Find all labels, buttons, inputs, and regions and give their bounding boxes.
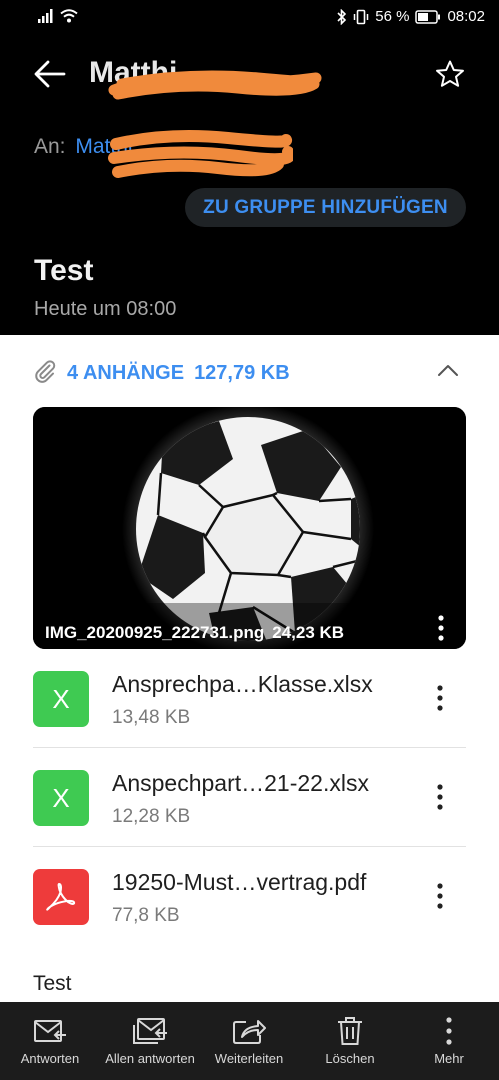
more-button[interactable]: Mehr (414, 1002, 484, 1080)
action-bar: Antworten Allen antworten Weiterleiten L… (0, 1002, 499, 1080)
attachments-header[interactable]: 4 ANHÄNGE 127,79 KB (0, 335, 499, 405)
star-icon (436, 60, 464, 87)
reply-all-label: Allen antworten (105, 1051, 195, 1066)
attachments-summary: 4 ANHÄNGE 127,79 KB (67, 362, 290, 385)
pdf-file-icon (33, 869, 89, 925)
paperclip-icon (35, 360, 56, 383)
image-file-name: IMG_20200925_222731.png (45, 623, 265, 642)
attachment-row[interactable]: X Anspechpart…21-22.xlsx 12,28 KB (33, 748, 466, 847)
forward-label: Weiterleiten (214, 1051, 284, 1066)
to-label: An: (34, 135, 66, 158)
collapse-attachments-button[interactable] (430, 355, 466, 385)
excel-file-icon: X (33, 770, 89, 826)
message-body: Test (33, 972, 72, 995)
excel-file-icon: X (33, 671, 89, 727)
trash-icon (338, 1017, 362, 1045)
clock: 08:02 (447, 8, 485, 25)
message-subject: Test (34, 254, 94, 287)
file-size: 77,8 KB (112, 905, 180, 926)
file-size: 12,28 KB (112, 806, 191, 827)
attachment-row[interactable]: 19250-Must…vertrag.pdf 77,8 KB (33, 847, 466, 946)
image-caption: IMG_20200925_222731.png 24,23 KB (45, 623, 344, 643)
message-header: Matthi An: Matthi ZU GRUPPE HINZUFÜGEN T… (0, 36, 499, 335)
bluetooth-icon (337, 8, 347, 25)
attachments-count: 4 ANHÄNGE (67, 362, 185, 384)
soccer-ball-image (33, 407, 466, 649)
more-vertical-icon (437, 784, 443, 810)
add-to-group-button[interactable]: ZU GRUPPE HINZUFÜGEN (185, 188, 466, 227)
vibrate-icon (354, 9, 369, 24)
reply-all-button[interactable]: Allen antworten (98, 1002, 202, 1080)
file-size: 13,48 KB (112, 707, 191, 728)
file-name: Anspechpart…21-22.xlsx (112, 770, 369, 796)
more-vertical-icon (438, 615, 444, 641)
file-name: Ansprechpa…Klasse.xlsx (112, 671, 373, 697)
reply-all-icon (133, 1018, 167, 1044)
more-vertical-icon (446, 1017, 452, 1045)
reply-icon (34, 1020, 66, 1042)
back-button[interactable] (30, 54, 70, 94)
message-date: Heute um 08:00 (34, 298, 177, 320)
more-vertical-icon (437, 883, 443, 909)
battery-icon (415, 9, 441, 24)
battery-percentage: 56 % (375, 8, 410, 25)
wifi-icon (60, 9, 78, 23)
attachment-row[interactable]: X Ansprechpa…Klasse.xlsx 13,48 KB (33, 649, 466, 748)
arrow-left-icon (34, 60, 66, 88)
more-label: Mehr (434, 1051, 464, 1066)
forward-button[interactable]: Weiterleiten (206, 1002, 292, 1080)
more-vertical-icon (437, 685, 443, 711)
redaction-scribble (108, 130, 293, 178)
forward-icon (233, 1020, 266, 1044)
file-name: 19250-Must…vertrag.pdf (112, 869, 367, 895)
image-file-size: 24,23 KB (272, 623, 345, 642)
image-more-button[interactable] (429, 611, 453, 645)
attachments-total-size: 127,79 KB (194, 362, 290, 384)
delete-label: Löschen (325, 1051, 375, 1066)
acrobat-icon (46, 883, 76, 911)
file-more-button[interactable] (428, 681, 452, 715)
reply-label: Antworten (20, 1051, 80, 1066)
chevron-up-icon (438, 365, 458, 376)
file-more-button[interactable] (428, 780, 452, 814)
image-attachment[interactable]: IMG_20200925_222731.png 24,23 KB (33, 407, 466, 649)
favorite-button[interactable] (430, 54, 470, 94)
status-bar: 56 % 08:02 (0, 0, 499, 36)
redaction-scribble (108, 70, 322, 100)
delete-button[interactable]: Löschen (305, 1002, 395, 1080)
cell-signal-icon (38, 9, 53, 23)
file-more-button[interactable] (428, 879, 452, 913)
reply-button[interactable]: Antworten (10, 1002, 90, 1080)
